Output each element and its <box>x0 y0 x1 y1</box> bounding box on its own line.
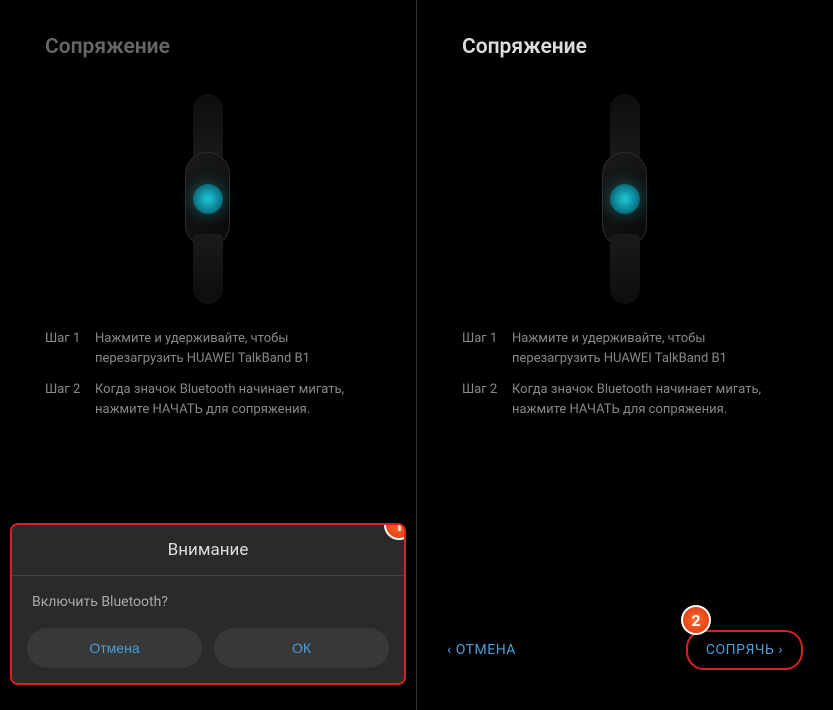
step-1-label: Шаг 1 <box>462 329 512 368</box>
pair-button[interactable]: СОПРЯЧЬ › <box>686 630 803 670</box>
header-right: Сопряжение <box>417 0 833 59</box>
dialog-container: 1 Внимание Включить Bluetooth? Отмена ОК <box>10 523 406 685</box>
cancel-button[interactable]: Отмена <box>27 628 202 668</box>
step-2-right: Шаг 2 Когда значок Bluetooth начинает ми… <box>462 380 788 419</box>
left-panel: Сопряжение Шаг 1 Нажмите и удерживайте, … <box>0 0 417 710</box>
step-1-text: Нажмите и удерживайте, чтобы перезагрузи… <box>95 329 371 368</box>
talkband-device-icon <box>570 94 680 304</box>
step-2-text: Когда значок Bluetooth начинает мигать, … <box>95 380 371 419</box>
step-1-text: Нажмите и удерживайте, чтобы перезагрузи… <box>512 329 788 368</box>
pair-container: 2 СОПРЯЧЬ › <box>686 630 803 670</box>
dialog-title: Внимание <box>12 525 404 576</box>
steps-right: Шаг 1 Нажмите и удерживайте, чтобы перез… <box>417 329 833 419</box>
header-left: Сопряжение <box>0 0 416 59</box>
bluetooth-dialog: 1 Внимание Включить Bluetooth? Отмена ОК <box>10 523 406 685</box>
ok-button[interactable]: ОК <box>214 628 389 668</box>
talkband-device-icon <box>153 94 263 304</box>
cancel-label: ОТМЕНА <box>456 642 516 658</box>
cancel-link[interactable]: ‹ ОТМЕНА <box>447 642 516 658</box>
bottom-bar: ‹ ОТМЕНА 2 СОПРЯЧЬ › <box>417 630 833 670</box>
dialog-message: Включить Bluetooth? <box>12 576 404 628</box>
page-title-right: Сопряжение <box>462 35 788 59</box>
step-1-label: Шаг 1 <box>45 329 95 368</box>
annotation-marker-2: 2 <box>681 605 711 635</box>
step-2-left: Шаг 2 Когда значок Bluetooth начинает ми… <box>45 380 371 419</box>
chevron-left-icon: ‹ <box>447 642 452 658</box>
pair-label: СОПРЯЧЬ <box>706 642 774 658</box>
step-1-left: Шаг 1 Нажмите и удерживайте, чтобы перез… <box>45 329 371 368</box>
step-2-label: Шаг 2 <box>45 380 95 419</box>
step-1-right: Шаг 1 Нажмите и удерживайте, чтобы перез… <box>462 329 788 368</box>
step-2-text: Когда значок Bluetooth начинает мигать, … <box>512 380 788 419</box>
step-2-label: Шаг 2 <box>462 380 512 419</box>
steps-left: Шаг 1 Нажмите и удерживайте, чтобы перез… <box>0 329 416 419</box>
right-panel: Сопряжение Шаг 1 Нажмите и удерживайте, … <box>417 0 833 710</box>
device-illustration-right <box>417 79 833 319</box>
dialog-buttons: Отмена ОК <box>12 628 404 683</box>
page-title-left: Сопряжение <box>45 35 371 59</box>
chevron-right-icon: › <box>778 642 783 658</box>
device-illustration-left <box>0 79 416 319</box>
